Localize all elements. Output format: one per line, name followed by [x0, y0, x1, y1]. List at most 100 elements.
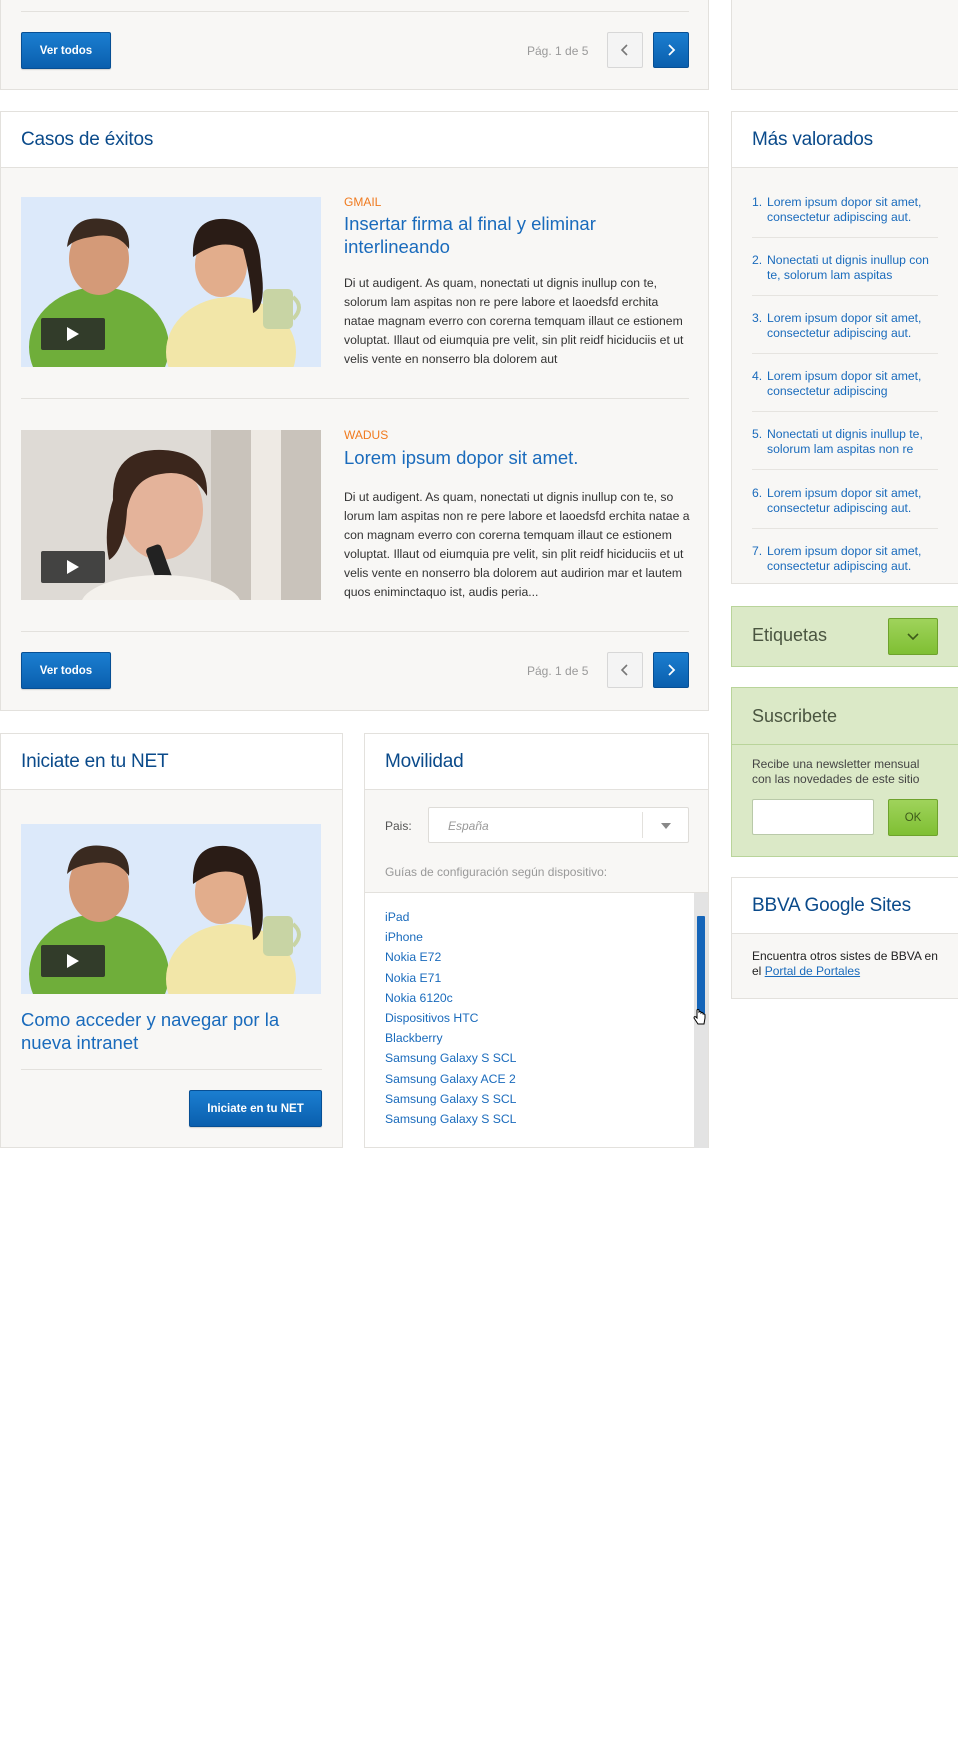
- panel-title: BBVA Google Sites: [752, 894, 911, 916]
- panel-title: Movilidad: [385, 750, 464, 772]
- ranking-number: 6.: [752, 486, 763, 500]
- device-link[interactable]: Nokia 6120c: [385, 988, 675, 1008]
- ranking-item-link[interactable]: 1. Lorem ipsum dopor sit amet, consectetu…: [752, 195, 938, 225]
- email-input[interactable]: [752, 799, 874, 835]
- play-icon: [67, 954, 79, 968]
- video-thumbnail[interactable]: [21, 824, 321, 994]
- play-button[interactable]: [41, 551, 105, 583]
- expand-tags-button[interactable]: [888, 618, 938, 655]
- device-link[interactable]: Samsung Galaxy S SCL: [385, 1048, 675, 1068]
- device-link[interactable]: iPad: [385, 907, 675, 927]
- ranking-item-link[interactable]: 3. Lorem ipsum dopor sit amet, consectetu…: [752, 311, 938, 341]
- article-title-link[interactable]: Lorem ipsum dopor sit amet.: [344, 446, 674, 469]
- article-title-link[interactable]: Insertar firma al final y eliminar inter…: [344, 212, 644, 258]
- device-list: iPad iPhone Nokia E72 Nokia E71 Nokia 6120c D…: [385, 907, 675, 1129]
- divider: [752, 528, 938, 529]
- most-valued-panel: Más valorados 1. Lorem ipsum dopor sit am…: [731, 111, 958, 584]
- scrollbar-thumb[interactable]: [697, 916, 705, 1014]
- ranking-text: Nonectati ut dignis inullup te, solorum …: [767, 427, 923, 456]
- device-link[interactable]: Samsung Galaxy ACE 2: [385, 1069, 675, 1089]
- ranking-text: Lorem ipsum dopor sit amet, consectetur …: [767, 195, 922, 224]
- divider: [752, 295, 938, 296]
- play-button[interactable]: [41, 945, 105, 977]
- panel-header: Movilidad: [365, 734, 708, 790]
- divider: [752, 237, 938, 238]
- pager-next-button[interactable]: [653, 652, 689, 688]
- country-select[interactable]: España: [428, 807, 689, 843]
- success-cases-panel: Casos de éxitos GMAIL Insertar firma al …: [0, 111, 709, 711]
- top-right-panel: [731, 0, 958, 90]
- mobility-panel: Movilidad Pais: España Guías de configur…: [364, 733, 709, 1148]
- device-link[interactable]: iPhone: [385, 927, 675, 947]
- device-link[interactable]: Blackberry: [385, 1028, 675, 1048]
- pager-prev-button[interactable]: [607, 652, 643, 688]
- ranking-number: 3.: [752, 311, 763, 325]
- ranking-item-link[interactable]: 4. Lorem ipsum dopor sit amet, consectetu…: [752, 369, 938, 399]
- start-net-button[interactable]: Iniciate en tu NET: [189, 1090, 322, 1127]
- ranking-number: 2.: [752, 253, 763, 267]
- ranking-item-link[interactable]: 7. Lorem ipsum dopor sit amet, consectetu…: [752, 544, 938, 574]
- video-thumbnail[interactable]: [21, 430, 321, 600]
- divider: [21, 11, 689, 12]
- ranking-number: 7.: [752, 544, 763, 558]
- divider: [21, 631, 689, 632]
- device-link[interactable]: Samsung Galaxy S SCL: [385, 1089, 675, 1109]
- subscribe-description: Recibe una newsletter mensual con las no…: [752, 757, 920, 786]
- panel-header: BBVA Google Sites: [732, 878, 958, 934]
- panel-title: Más valorados: [752, 128, 873, 150]
- ranking-text: Lorem ipsum dopor sit amet, consectetur …: [767, 486, 922, 515]
- panel-title: Etiquetas: [752, 625, 828, 645]
- view-all-button[interactable]: Ver todos: [21, 32, 111, 69]
- panel-header: Suscribete: [732, 688, 958, 745]
- panel-header: Casos de éxitos: [1, 112, 708, 168]
- panel-header: Iniciate en tu NET: [1, 734, 342, 790]
- play-icon: [67, 327, 79, 341]
- article-body: Di ut audigent. As quam, nonectati ut di…: [344, 276, 684, 366]
- panel-title: Casos de éxitos: [21, 128, 154, 150]
- play-button[interactable]: [41, 318, 105, 350]
- select-divider: [642, 812, 643, 838]
- country-select-value: España: [448, 819, 489, 833]
- article-body: Di ut audigent. As quam, nonectati ut di…: [344, 490, 690, 599]
- ranking-number: 1.: [752, 195, 763, 209]
- view-all-button[interactable]: Ver todos: [21, 652, 111, 689]
- chevron-left-icon: [620, 44, 628, 56]
- ranking-number: 4.: [752, 369, 763, 383]
- ranking-item-link[interactable]: 5. Nonectati ut dignis inullup te, soloru…: [752, 427, 938, 457]
- article-category: WADUS: [344, 428, 389, 442]
- device-list-box: iPad iPhone Nokia E72 Nokia E71 Nokia 6120c D…: [365, 892, 708, 1148]
- pager-next-button[interactable]: [653, 32, 689, 68]
- device-link[interactable]: Nokia E71: [385, 968, 675, 988]
- country-label: Pais:: [385, 819, 412, 833]
- pager-text: Pág. 1 de 5: [527, 44, 589, 58]
- start-net-panel: Iniciate en tu NET Como acceder y navega…: [0, 733, 343, 1148]
- ranking-text: Lorem ipsum dopor sit amet, consectetur …: [767, 544, 922, 573]
- divider: [752, 411, 938, 412]
- divider: [752, 353, 938, 354]
- subscribe-panel: Suscribete Recibe una newsletter mensual…: [731, 687, 958, 857]
- device-link[interactable]: Dispositivos HTC: [385, 1008, 675, 1028]
- portal-de-portales-link[interactable]: Portal de Portales: [765, 964, 860, 978]
- top-list-panel: Ver todos Pág. 1 de 5: [0, 0, 709, 90]
- ranking-item-link[interactable]: 6. Lorem ipsum dopor sit amet, consectetu…: [752, 486, 938, 516]
- ranking-item-link[interactable]: 2. Nonectati ut dignis inullup con te, so…: [752, 253, 938, 283]
- guides-label: Guías de configuración según dispositivo…: [385, 865, 608, 879]
- article-category: GMAIL: [344, 195, 382, 209]
- chevron-right-icon: [668, 664, 676, 676]
- device-link[interactable]: Samsung Galaxy S SCL: [385, 1109, 675, 1129]
- panel-header: Más valorados: [732, 112, 958, 168]
- play-icon: [67, 560, 79, 574]
- ranking-text: Nonectati ut dignis inullup con te, solo…: [767, 253, 929, 282]
- video-title-link[interactable]: Como acceder y navegar por la nueva intr…: [21, 1008, 321, 1054]
- ranking-text: Lorem ipsum dopor sit amet, consectetur …: [767, 369, 922, 398]
- panel-title: Iniciate en tu NET: [21, 750, 169, 772]
- hand-cursor-icon: [693, 1009, 706, 1025]
- divider: [21, 1069, 322, 1070]
- pager-prev-button[interactable]: [607, 32, 643, 68]
- subscribe-ok-button[interactable]: OK: [888, 799, 938, 836]
- ranking-number: 5.: [752, 427, 763, 441]
- device-link[interactable]: Nokia E72: [385, 947, 675, 967]
- divider: [21, 398, 689, 399]
- chevron-right-icon: [668, 44, 676, 56]
- video-thumbnail[interactable]: [21, 197, 321, 367]
